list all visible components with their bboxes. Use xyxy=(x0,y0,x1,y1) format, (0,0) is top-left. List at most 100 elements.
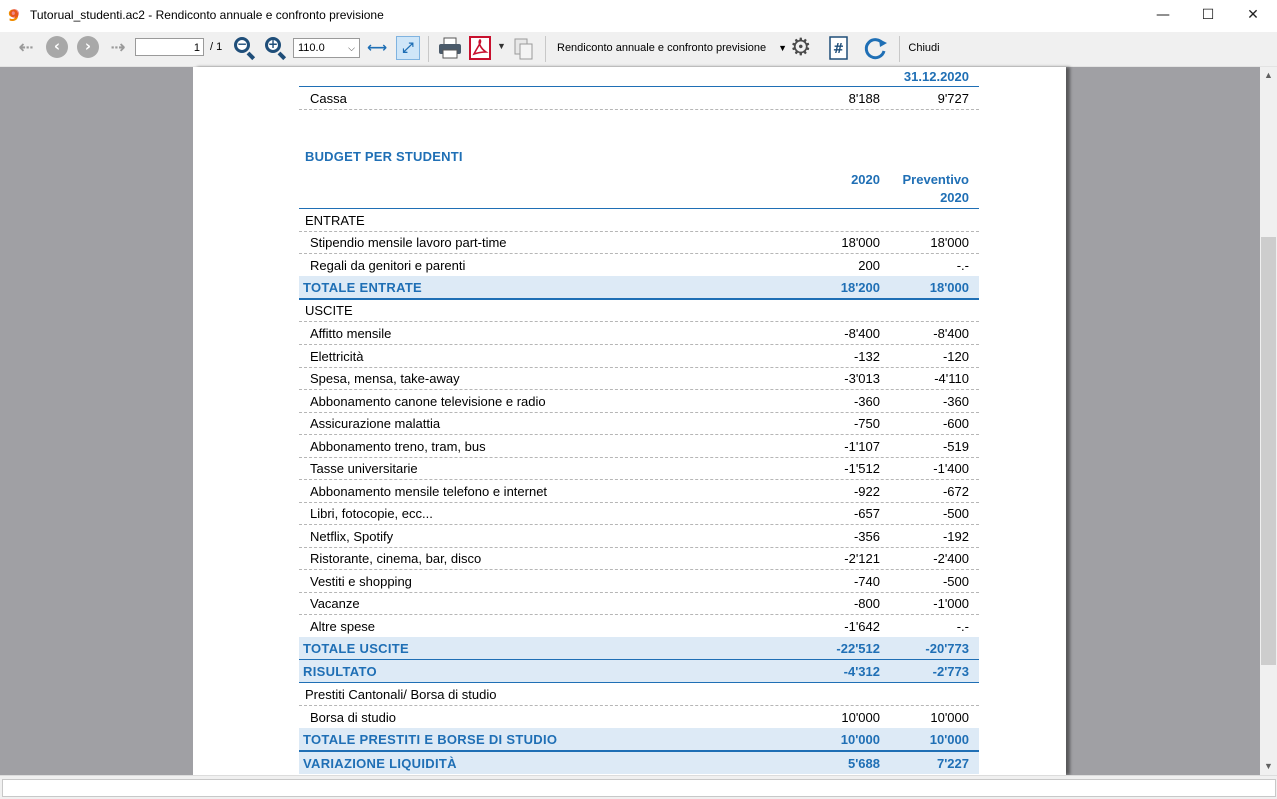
row-label: Vacanze xyxy=(310,596,360,611)
row-value-preventivo: -500 xyxy=(942,506,969,521)
row-value-preventivo: -2'400 xyxy=(933,551,969,566)
row-label: Ristorante, cinema, bar, disco xyxy=(310,551,482,566)
maximize-button[interactable]: ☐ xyxy=(1185,0,1231,32)
row-value-preventivo: -360 xyxy=(942,393,969,409)
row-value-2020: -4'312 xyxy=(843,664,880,679)
section-header-entrate: ENTRATE xyxy=(299,208,979,232)
toolbar-separator xyxy=(899,36,900,62)
table-row: Ristorante, cinema, bar, disco -2'121 -2'4… xyxy=(299,547,979,570)
row-value-2020: -132 xyxy=(853,348,880,364)
row-label: Stipendio mensile lavoro part-time xyxy=(310,235,507,250)
zoom-out-icon[interactable]: − xyxy=(233,36,257,61)
back-arrow-icon[interactable]: ⇠ xyxy=(14,35,38,59)
print-icon[interactable] xyxy=(437,36,463,60)
row-value-preventivo: -2'773 xyxy=(932,664,969,679)
next-page-icon[interactable]: › xyxy=(76,35,100,59)
row-label: Borsa di studio xyxy=(310,710,396,725)
table-row: Abbonamento mensile telefono e internet -… xyxy=(299,480,979,503)
row-value-2020: 5'688 xyxy=(847,756,880,771)
row-value-preventivo: -192 xyxy=(942,528,969,544)
table-row: Spesa, mensa, take-away -3'013 -4'110 xyxy=(299,367,979,390)
zoom-select[interactable]: 110.0 ⌵ xyxy=(293,38,360,58)
row-value-2020: -3'013 xyxy=(844,371,880,386)
row-value-preventivo: -120 xyxy=(942,348,969,364)
row-label: Affitto mensile xyxy=(310,326,392,341)
total-row-entrate: TOTALE ENTRATE 18'200 18'000 xyxy=(299,276,979,300)
total-row-variazione: VARIAZIONE LIQUIDITÀ 5'688 7'227 xyxy=(299,752,979,774)
report-select[interactable]: Rendiconto annuale e confronto prevision… xyxy=(552,36,787,60)
zoom-in-icon[interactable]: + xyxy=(264,36,288,61)
settings-icon[interactable]: ⚙ xyxy=(790,34,812,60)
row-value-preventivo: -672 xyxy=(942,483,969,499)
row-value-preventivo: -1'400 xyxy=(933,461,969,476)
scrollbar-thumb[interactable] xyxy=(1261,237,1276,665)
close-window-button[interactable]: ✕ xyxy=(1230,0,1276,32)
refresh-icon[interactable] xyxy=(861,35,889,61)
row-value-2020: 200 xyxy=(858,257,880,273)
row-value-2020: -740 xyxy=(853,573,880,589)
close-report-button[interactable]: Chiudi xyxy=(904,36,944,60)
row-label: Abbonamento canone televisione e radio xyxy=(310,393,546,409)
table-row: Vacanze -800 -1'000 xyxy=(299,592,979,615)
pdf-options-chevron-icon[interactable]: ▼ xyxy=(497,41,506,51)
row-value-preventivo: -8'400 xyxy=(933,326,969,341)
table-row: Tasse universitarie -1'512 -1'400 xyxy=(299,457,979,480)
row-label: RISULTATO xyxy=(303,664,377,679)
status-field xyxy=(2,779,1276,797)
table-row: Elettricità -132 -120 xyxy=(299,345,979,368)
row-value-preventivo: 10'000 xyxy=(930,710,969,725)
row-value-2020: -356 xyxy=(853,528,880,544)
table-row: Affitto mensile -8'400 -8'400 xyxy=(299,322,979,345)
banana-9-icon: 9 xyxy=(8,7,25,24)
page-number-icon[interactable]: # xyxy=(828,36,850,60)
row-label: Altre spese xyxy=(310,618,376,634)
row-value-2020: 8'188 xyxy=(848,91,880,106)
page-number-input[interactable]: 1 xyxy=(135,38,204,56)
minimize-button[interactable]: — xyxy=(1140,0,1186,32)
row-label: USCITE xyxy=(305,303,353,318)
row-value-preventivo: -20'773 xyxy=(925,641,969,656)
budget-title: BUDGET PER STUDENTI xyxy=(305,149,463,164)
scroll-down-icon[interactable]: ▼ xyxy=(1260,758,1277,775)
row-label: Prestiti Cantonali/ Borsa di studio xyxy=(305,687,497,702)
row-value-2020: -750 xyxy=(853,416,880,431)
chevron-down-icon: ⌵ xyxy=(348,43,355,53)
table-row: Stipendio mensile lavoro part-time 18'000… xyxy=(299,231,979,254)
table-row: Assicurazione malattia -750 -600 xyxy=(299,412,979,435)
row-label: ENTRATE xyxy=(305,213,365,228)
row-label: Vestiti e shopping xyxy=(310,573,412,589)
row-label: TOTALE PRESTITI E BORSE DI STUDIO xyxy=(303,732,558,747)
table-row: Abbonamento canone televisione e radio -3… xyxy=(299,390,979,413)
title-bar: 9 Tutorual_studenti.ac2 - Rendiconto ann… xyxy=(0,0,1277,32)
row-value-2020: -2'121 xyxy=(844,551,880,566)
row-label: Cassa xyxy=(310,91,347,106)
row-value-preventivo: 9'727 xyxy=(937,91,969,106)
fit-width-icon[interactable]: ⟷ xyxy=(365,36,389,60)
row-value-2020: 18'000 xyxy=(841,235,880,250)
row-label: Abbonamento treno, tram, bus xyxy=(310,438,486,454)
row-value-preventivo: -4'110 xyxy=(934,371,969,386)
row-label: TOTALE ENTRATE xyxy=(303,280,423,295)
copy-icon[interactable] xyxy=(512,37,536,61)
row-label: Abbonamento mensile telefono e internet xyxy=(310,483,548,499)
fit-page-icon[interactable]: ⤢ xyxy=(396,36,420,60)
row-label: Spesa, mensa, take-away xyxy=(310,371,460,386)
table-row: Abbonamento treno, tram, bus -1'107 -519 xyxy=(299,435,979,458)
row-label: VARIAZIONE LIQUIDITÀ xyxy=(303,756,457,771)
zoom-value: 110.0 xyxy=(298,42,325,54)
row-label: Elettricità xyxy=(310,348,364,364)
row-label: TOTALE USCITE xyxy=(303,641,409,656)
row-value-preventivo: 18'000 xyxy=(930,235,969,250)
table-row: Netflix, Spotify -356 -192 xyxy=(299,525,979,548)
row-label: Regali da genitori e parenti xyxy=(310,257,466,273)
previous-page-icon[interactable]: ‹ xyxy=(45,35,69,59)
forward-arrow-icon[interactable]: ⇢ xyxy=(106,35,130,59)
row-value-2020: 10'000 xyxy=(840,732,880,747)
col-header-2020: 2020 xyxy=(851,172,880,187)
vertical-scrollbar[interactable]: ▲ ▼ xyxy=(1260,67,1277,775)
table-row: Vestiti e shopping -740 -500 xyxy=(299,570,979,593)
row-label: Libri, fotocopie, ecc... xyxy=(310,506,433,521)
pdf-icon[interactable] xyxy=(468,36,494,60)
scroll-up-icon[interactable]: ▲ xyxy=(1260,67,1277,84)
page-total: / 1 xyxy=(210,41,223,53)
